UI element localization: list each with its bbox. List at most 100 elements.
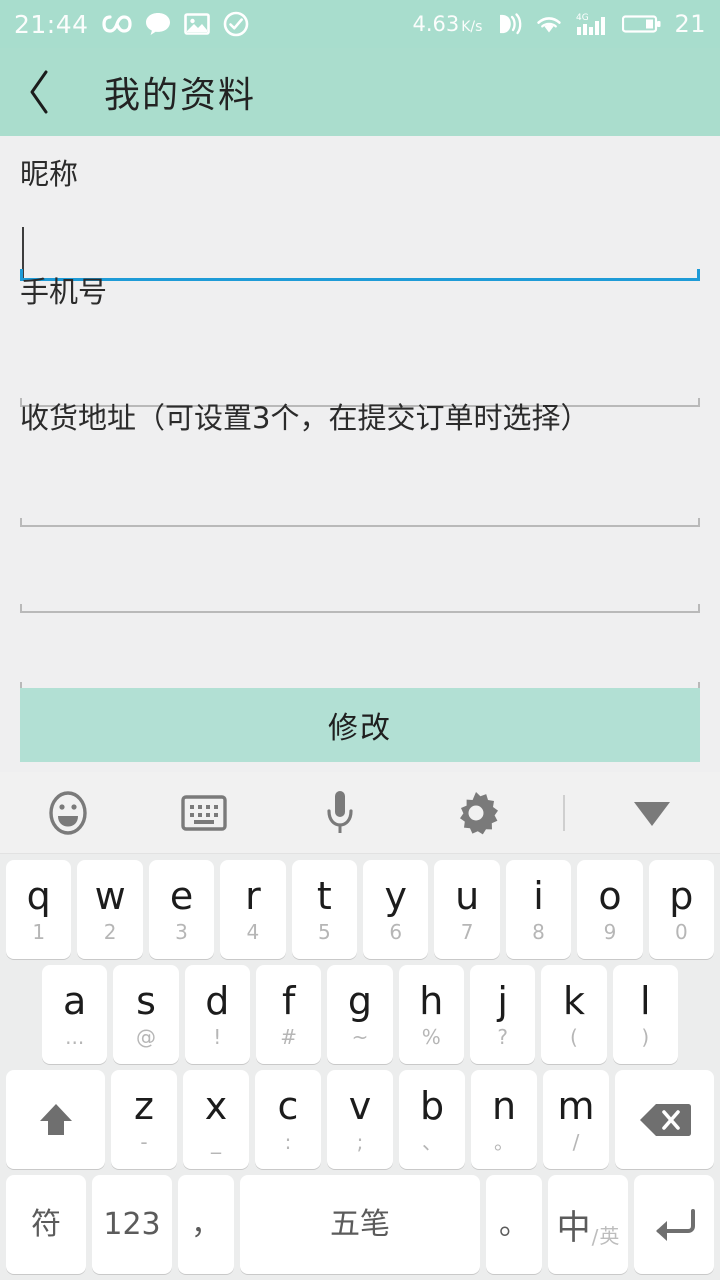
key-q[interactable]: q1	[6, 860, 72, 959]
key-label: 符	[31, 1206, 61, 1242]
key-u[interactable]: u7	[434, 860, 500, 959]
key-sublabel: 8	[532, 920, 545, 944]
key-label: k	[562, 979, 585, 1023]
key-sublabel: !	[213, 1025, 222, 1049]
key-z[interactable]: z-	[111, 1070, 177, 1169]
key-p[interactable]: p0	[648, 860, 715, 959]
keyboard-toolbar	[0, 772, 720, 854]
key-sublabel: /	[572, 1130, 580, 1154]
key-sublabel: 1	[32, 920, 46, 944]
key-sublabel: 5	[317, 920, 331, 944]
backspace-key[interactable]	[615, 1070, 714, 1169]
keyboard-row-3: z- x _ c: v; b、 n。 m /	[0, 1070, 720, 1169]
key-sublabel: ~	[351, 1025, 369, 1049]
key-sublabel: %	[421, 1025, 441, 1049]
key-sublabel: ;	[356, 1130, 364, 1154]
key-v[interactable]: v;	[327, 1070, 393, 1169]
chat-bubble-icon	[145, 12, 171, 36]
status-bar-left: 21:44	[14, 10, 249, 39]
divider	[563, 794, 565, 831]
period-key[interactable]: 。	[486, 1175, 542, 1274]
key-sublabel: 、	[422, 1130, 442, 1154]
key-e[interactable]: e3	[148, 860, 215, 959]
network-speed-value: 4.63	[412, 12, 460, 36]
wubi-space-key[interactable]: 五笔	[240, 1175, 480, 1274]
key-d[interactable]: d!	[184, 965, 250, 1064]
key-x[interactable]: x _	[183, 1070, 249, 1169]
key-label: z	[134, 1084, 154, 1128]
submit-button[interactable]: 修改	[20, 688, 700, 762]
key-label: p	[669, 874, 694, 918]
key-y[interactable]: y6	[363, 860, 429, 959]
key-i[interactable]: i8	[505, 860, 572, 959]
battery-level: 21	[674, 10, 706, 38]
chevron-down-icon	[630, 796, 674, 830]
back-button[interactable]	[0, 48, 80, 136]
soft-keyboard: q1 w2 e3 r4 t5 y6 u7 i8 o9 p0 a... s @ d!…	[0, 772, 720, 1280]
emoji-button[interactable]	[0, 772, 136, 854]
comma-key[interactable]: ，	[178, 1175, 234, 1274]
key-label: g	[347, 979, 373, 1023]
key-label: h	[419, 979, 444, 1023]
key-label: b	[419, 1084, 445, 1128]
key-sublabel: #	[280, 1025, 298, 1049]
backspace-icon	[638, 1100, 692, 1140]
key-c[interactable]: c:	[255, 1070, 321, 1169]
key-t[interactable]: t5	[291, 860, 358, 959]
key-sublabel: 7	[460, 920, 474, 944]
key-j[interactable]: j?	[469, 965, 536, 1064]
key-label: m	[557, 1084, 595, 1128]
key-sublabel: /	[591, 1225, 599, 1249]
key-label: 。	[499, 1206, 529, 1242]
key-a[interactable]: a...	[42, 965, 108, 1064]
enter-icon	[649, 1206, 699, 1244]
status-bar: 21:44 4.63 K/s 4G 21	[0, 0, 720, 48]
key-label: t	[316, 874, 332, 918]
numbers-key[interactable]: 123	[92, 1175, 172, 1274]
key-w[interactable]: w2	[77, 860, 143, 959]
shift-key[interactable]	[6, 1070, 105, 1169]
key-l[interactable]: l)	[612, 965, 678, 1064]
key-k[interactable]: k(	[541, 965, 607, 1064]
key-sublabel: :	[284, 1130, 292, 1154]
field-label-phone: 手机号	[20, 275, 108, 309]
key-label: l	[640, 979, 651, 1023]
key-n[interactable]: n。	[471, 1070, 537, 1169]
symbols-key[interactable]: 符	[6, 1175, 86, 1274]
key-label: c	[277, 1084, 299, 1128]
key-label: 123	[103, 1206, 161, 1242]
language-toggle-key[interactable]: 中 / 英	[548, 1175, 628, 1274]
wifi-icon	[534, 12, 564, 36]
key-s[interactable]: s @	[113, 965, 179, 1064]
signal-4g-icon: 4G	[576, 11, 610, 37]
key-sublabel-2: 英	[599, 1224, 620, 1248]
keyboard-rows: q1 w2 e3 r4 t5 y6 u7 i8 o9 p0 a... s @ d!…	[0, 854, 720, 1274]
key-h[interactable]: h%	[398, 965, 464, 1064]
key-sublabel: 2	[103, 920, 117, 944]
key-sublabel: 0	[674, 920, 688, 944]
microphone-icon	[324, 787, 356, 839]
field-label-address: 收货地址（可设置3个，在提交订单时选择）	[20, 401, 590, 435]
network-speed: 4.63 K/s	[412, 12, 482, 36]
key-sublabel: )	[641, 1025, 650, 1049]
key-sublabel: _	[211, 1130, 221, 1154]
key-sublabel: ...	[65, 1025, 85, 1049]
key-m[interactable]: m /	[543, 1070, 609, 1169]
key-b[interactable]: b、	[399, 1070, 465, 1169]
key-sublabel: 4	[246, 920, 260, 944]
key-o[interactable]: o9	[577, 860, 643, 959]
page-title: 我的资料	[104, 75, 257, 116]
enter-key[interactable]	[634, 1175, 714, 1274]
keyboard-switch-button[interactable]	[136, 772, 272, 854]
battery-icon	[622, 13, 662, 35]
key-g[interactable]: g ~	[327, 965, 393, 1064]
key-label: q	[26, 874, 51, 918]
key-f[interactable]: f #	[255, 965, 322, 1064]
key-r[interactable]: r4	[220, 860, 286, 959]
hide-keyboard-button[interactable]	[584, 772, 720, 854]
voice-input-button[interactable]	[272, 772, 408, 854]
app-bar: 我的资料	[0, 48, 720, 136]
keyboard-settings-button[interactable]	[408, 772, 544, 854]
check-circle-icon	[223, 11, 249, 37]
chevron-left-icon	[27, 69, 53, 115]
